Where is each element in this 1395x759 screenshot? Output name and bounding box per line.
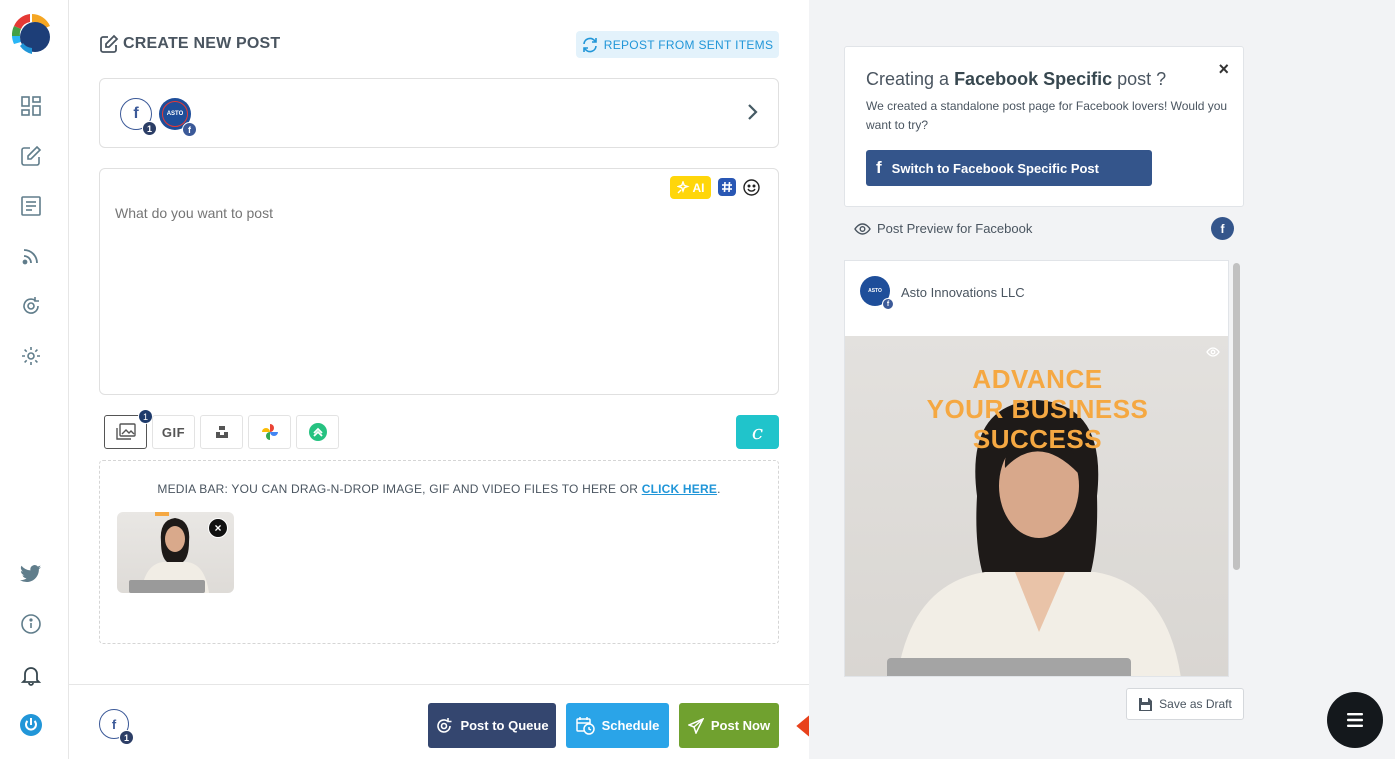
facebook-icon: f: [876, 158, 882, 177]
media-dropzone[interactable]: MEDIA BAR: YOU CAN DRAG-N-DROP IMAGE, GI…: [99, 460, 779, 644]
fb-card-title: Creating a Facebook Specific post ?: [866, 69, 1166, 90]
menu-hamburger-button[interactable]: [1327, 692, 1383, 748]
switch-label: Switch to Facebook Specific Post: [891, 160, 1099, 176]
remove-media-button[interactable]: ×: [208, 518, 228, 538]
unsplash-button[interactable]: [200, 415, 243, 449]
posts-list-icon[interactable]: [19, 194, 43, 218]
google-photos-icon: [261, 424, 278, 440]
gif-label: GIF: [161, 424, 186, 440]
emoji-picker-button[interactable]: [742, 178, 760, 196]
composer-footer: f 1 Post to Queue Schedule Post Now: [69, 684, 899, 759]
fb-card-description: We created a standalone post page for Fa…: [866, 99, 1228, 132]
preview-avatar: ASTO f: [860, 276, 894, 310]
asto-account-avatar[interactable]: ASTO f: [159, 98, 197, 137]
preview-scrollbar[interactable]: [1233, 263, 1240, 570]
eye-icon: [854, 222, 871, 235]
schedule-label: Schedule: [601, 718, 660, 733]
post-now-button[interactable]: Post Now: [679, 703, 779, 748]
click-here-link[interactable]: CLICK HERE: [642, 482, 717, 496]
chevron-right-icon[interactable]: [746, 103, 758, 126]
post-text-input[interactable]: [115, 205, 755, 221]
preview-panel: Creating a Facebook Specific post ? × We…: [809, 0, 1395, 759]
hamburger-icon: [1347, 713, 1363, 727]
hashtag-button[interactable]: [718, 178, 736, 196]
save-as-draft-button[interactable]: Save as Draft: [1126, 688, 1244, 720]
account-selector[interactable]: f 1 ASTO f: [99, 78, 779, 148]
selected-facebook-icon[interactable]: f 1: [99, 709, 134, 745]
preview-fb-mini-icon: f: [882, 298, 894, 310]
recycle-icon[interactable]: [19, 294, 43, 318]
save-as-draft-label: Save as Draft: [1159, 697, 1232, 711]
preview-account-name: Asto Innovations LLC: [901, 285, 1025, 300]
facebook-account-icon[interactable]: f 1: [120, 98, 157, 136]
composer-panel: CREATE NEW POST REPOST FROM SENT ITEMS f…: [69, 0, 899, 759]
post-to-queue-button[interactable]: Post to Queue: [428, 703, 556, 748]
headline-line-3: SUCCESS: [972, 424, 1103, 454]
preview-label: Post Preview for Facebook: [854, 221, 1032, 236]
facebook-mini-icon: f: [182, 122, 197, 137]
stacked-arrows-icon: [308, 423, 327, 441]
switch-to-facebook-button[interactable]: f Switch to Facebook Specific Post: [866, 150, 1152, 186]
page-title: CREATE NEW POST: [99, 34, 280, 54]
preview-facebook-icon[interactable]: f: [1211, 217, 1234, 240]
calendar-clock-icon: [575, 717, 595, 735]
media-bar-suffix: .: [717, 482, 721, 496]
unsplash-icon: [215, 426, 228, 438]
smiley-icon: [742, 178, 760, 196]
preview-headline: ADVANCE YOUR BUSINESS SUCCESS: [845, 364, 1228, 454]
schedule-button[interactable]: Schedule: [566, 703, 669, 748]
post-to-queue-label: Post to Queue: [460, 718, 549, 733]
image-upload-button[interactable]: 1: [104, 409, 153, 449]
settings-gear-icon[interactable]: [19, 344, 43, 368]
facebook-count-badge: 1: [142, 121, 157, 136]
google-photos-button[interactable]: [248, 415, 291, 449]
selected-facebook-count: 1: [119, 730, 134, 745]
facebook-specific-card: Creating a Facebook Specific post ? × We…: [844, 46, 1244, 207]
repost-label: REPOST FROM SENT ITEMS: [603, 37, 774, 52]
refresh-icon: [582, 37, 597, 52]
images-icon: [115, 423, 136, 440]
ai-assist-button[interactable]: AI: [670, 176, 711, 199]
page-title-text: CREATE NEW POST: [123, 35, 281, 52]
image-count-badge: 1: [138, 409, 153, 424]
twitter-icon[interactable]: [19, 562, 43, 586]
hashtag-icon: [722, 181, 732, 193]
close-icon[interactable]: ×: [1218, 59, 1229, 80]
power-icon[interactable]: [19, 713, 43, 737]
ai-label: AI: [692, 180, 705, 195]
info-icon[interactable]: [19, 612, 43, 636]
headline-line-1: ADVANCE: [972, 364, 1103, 394]
fb-card-title-suffix: post ?: [1112, 69, 1167, 89]
repost-from-sent-button[interactable]: REPOST FROM SENT ITEMS: [576, 31, 779, 58]
fb-card-title-bold: Facebook Specific: [954, 69, 1113, 89]
canva-button[interactable]: c: [736, 415, 779, 449]
post-editor: AI: [99, 168, 779, 395]
preview-label-text: Post Preview for Facebook: [877, 221, 1033, 236]
media-bar-text: MEDIA BAR: YOU CAN DRAG-N-DROP IMAGE, GI…: [100, 482, 778, 496]
headline-line-2: YOUR BUSINESS: [926, 394, 1149, 424]
edit-icon: [100, 34, 119, 53]
sparkle-icon: [676, 181, 690, 194]
dashboard-icon[interactable]: [19, 94, 43, 118]
media-bar-instructions: MEDIA BAR: YOU CAN DRAG-N-DROP IMAGE, GI…: [157, 482, 642, 496]
gif-button[interactable]: GIF: [152, 415, 195, 449]
compose-icon[interactable]: [19, 144, 43, 168]
post-now-label: Post Now: [710, 718, 771, 733]
rss-feed-icon[interactable]: [19, 244, 43, 268]
facebook-post-preview: ASTO f Asto Innovations LLC ADVANCE YOUR…: [844, 260, 1229, 677]
sidebar: [0, 0, 69, 759]
app-logo[interactable]: [10, 12, 54, 56]
paper-plane-icon: [687, 717, 704, 734]
queue-icon: [437, 717, 452, 733]
integration-button[interactable]: [296, 415, 339, 449]
eye-icon[interactable]: [1206, 344, 1220, 362]
preview-avatar-text: ASTO: [868, 288, 882, 294]
fb-card-title-prefix: Creating a: [866, 69, 955, 89]
bell-icon[interactable]: [19, 663, 43, 687]
preview-image: ADVANCE YOUR BUSINESS SUCCESS: [845, 336, 1228, 676]
floppy-disk-icon: [1139, 697, 1153, 711]
